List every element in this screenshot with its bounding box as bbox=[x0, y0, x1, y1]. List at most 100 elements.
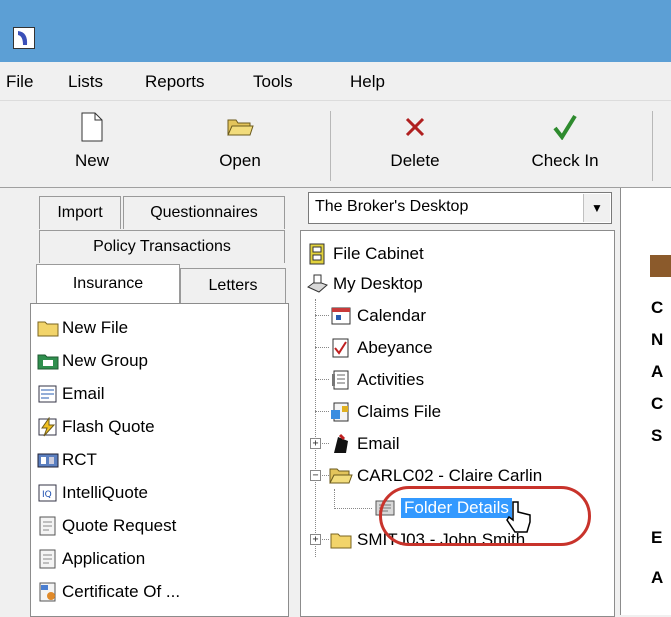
open-folder-icon bbox=[329, 465, 353, 487]
list-item[interactable]: Email bbox=[37, 380, 105, 408]
tab-import[interactable]: Import bbox=[39, 196, 121, 229]
tree-item-email[interactable]: Email bbox=[329, 429, 400, 459]
tab-questionnaires[interactable]: Questionnaires bbox=[123, 196, 285, 229]
doc-icon bbox=[37, 516, 59, 536]
tree-item-label: Activities bbox=[357, 370, 425, 389]
tree-item-label: Claims File bbox=[357, 402, 442, 421]
list-item-label: Application bbox=[62, 549, 146, 568]
tree-connector bbox=[334, 489, 335, 509]
desktop-select[interactable]: The Broker's Desktop ▼ bbox=[308, 192, 612, 224]
abeyance-check-icon bbox=[329, 337, 353, 359]
app-icon[interactable] bbox=[13, 27, 35, 49]
menu-file[interactable]: File bbox=[6, 72, 33, 92]
tree-connector bbox=[320, 443, 329, 444]
activities-icon bbox=[329, 369, 353, 391]
certificate-icon bbox=[37, 582, 59, 602]
details-pane: C N A C S E A bbox=[620, 188, 671, 615]
svg-text:IQ: IQ bbox=[42, 490, 52, 500]
desktop-icon bbox=[305, 273, 329, 295]
file-cabinet-icon bbox=[305, 243, 329, 265]
menu-lists[interactable]: Lists bbox=[68, 72, 103, 92]
calendar-icon bbox=[329, 305, 353, 327]
list-item[interactable]: Application bbox=[37, 545, 145, 573]
tree-connector bbox=[315, 347, 329, 348]
open-button[interactable]: Open bbox=[200, 107, 280, 183]
tree-item-label: Folder Details bbox=[401, 498, 512, 518]
list-item[interactable]: Flash Quote bbox=[37, 413, 155, 441]
checkmark-icon bbox=[515, 107, 615, 147]
tree-connector bbox=[320, 475, 329, 476]
details-label: E bbox=[651, 528, 663, 547]
tree-item-claims-file[interactable]: Claims File bbox=[329, 397, 441, 427]
toolbar: New Open Delete Check In bbox=[0, 100, 671, 188]
tree-connector bbox=[315, 379, 329, 380]
list-item[interactable]: Quote Request bbox=[37, 512, 176, 540]
list-item[interactable]: New Group bbox=[37, 347, 148, 375]
tree-item-my-desktop[interactable]: My Desktop bbox=[305, 269, 423, 299]
tree-item-calendar[interactable]: Calendar bbox=[329, 301, 426, 331]
details-label: C bbox=[651, 298, 664, 317]
details-label: S bbox=[651, 426, 663, 445]
list-item-label: RCT bbox=[62, 450, 97, 469]
folder-icon bbox=[329, 529, 353, 551]
tab-policy-transactions[interactable]: Policy Transactions bbox=[39, 230, 285, 263]
collapse-toggle[interactable]: − bbox=[310, 470, 321, 481]
toolbar-separator bbox=[330, 111, 331, 181]
check-in-button[interactable]: Check In bbox=[515, 107, 615, 183]
tree-connector bbox=[315, 411, 329, 412]
folder-details-icon bbox=[373, 497, 397, 519]
tree-connector bbox=[315, 315, 329, 316]
claims-file-icon bbox=[329, 401, 353, 423]
expand-toggle[interactable]: + bbox=[310, 534, 321, 545]
tree-item-folder-details[interactable]: Folder Details bbox=[373, 493, 512, 523]
details-label: A bbox=[651, 362, 664, 381]
tree-item-file-cabinet[interactable]: File Cabinet bbox=[305, 239, 424, 269]
menu-help[interactable]: Help bbox=[350, 72, 385, 92]
folder-tree: + − + File Cabinet My Desktop Calendar A… bbox=[300, 230, 615, 617]
email-doc-icon bbox=[37, 384, 59, 404]
list-item[interactable]: Certificate Of ... bbox=[37, 578, 180, 606]
tree-item-abeyance[interactable]: Abeyance bbox=[329, 333, 433, 363]
tree-item-label: File Cabinet bbox=[333, 244, 424, 263]
doc-icon bbox=[37, 549, 59, 569]
tree-item-label: Abeyance bbox=[357, 338, 433, 357]
list-item[interactable]: IQ IntelliQuote bbox=[37, 479, 148, 507]
tab-letters[interactable]: Letters bbox=[180, 268, 286, 303]
chevron-down-icon[interactable]: ▼ bbox=[583, 194, 610, 222]
tree-connector bbox=[320, 539, 329, 540]
delete-button-label: Delete bbox=[390, 151, 440, 170]
delete-x-icon bbox=[375, 107, 455, 147]
list-item-label: Email bbox=[62, 384, 105, 403]
tree-item-label: Calendar bbox=[357, 306, 426, 325]
delete-button[interactable]: Delete bbox=[375, 107, 455, 183]
expand-toggle[interactable]: + bbox=[310, 438, 321, 449]
list-item[interactable]: RCT bbox=[37, 446, 97, 474]
menu-reports[interactable]: Reports bbox=[145, 72, 205, 92]
menu-tools[interactable]: Tools bbox=[253, 72, 293, 92]
iq-icon: IQ bbox=[37, 483, 59, 503]
list-item-label: Certificate Of ... bbox=[62, 582, 181, 601]
title-bar bbox=[0, 0, 671, 62]
tree-connector bbox=[315, 299, 316, 557]
list-item[interactable]: New File bbox=[37, 314, 128, 342]
mouse-cursor-icon bbox=[505, 500, 535, 541]
flash-icon bbox=[37, 417, 59, 437]
list-item-label: Flash Quote bbox=[62, 417, 155, 436]
tab-insurance[interactable]: Insurance bbox=[36, 264, 180, 303]
details-label: N bbox=[651, 330, 664, 349]
tree-item-label: CARLC02 - Claire Carlin bbox=[357, 466, 543, 485]
new-document-icon bbox=[52, 107, 132, 147]
rct-icon bbox=[37, 450, 59, 470]
insurance-list: New File New Group Email Flash Quote RCT… bbox=[30, 303, 289, 617]
tree-item-carlc02[interactable]: CARLC02 - Claire Carlin bbox=[329, 461, 542, 491]
list-item-label: New Group bbox=[62, 351, 148, 370]
tree-item-activities[interactable]: Activities bbox=[329, 365, 424, 395]
list-item-label: Quote Request bbox=[62, 516, 177, 535]
details-label: A bbox=[651, 568, 664, 587]
details-header-icon bbox=[650, 255, 671, 277]
menu-bar: File Lists Reports Tools Help bbox=[0, 62, 671, 100]
new-button[interactable]: New bbox=[52, 107, 132, 183]
tree-item-label: My Desktop bbox=[333, 274, 423, 293]
email-icon bbox=[329, 433, 353, 455]
tree-item-label: Email bbox=[357, 434, 400, 453]
